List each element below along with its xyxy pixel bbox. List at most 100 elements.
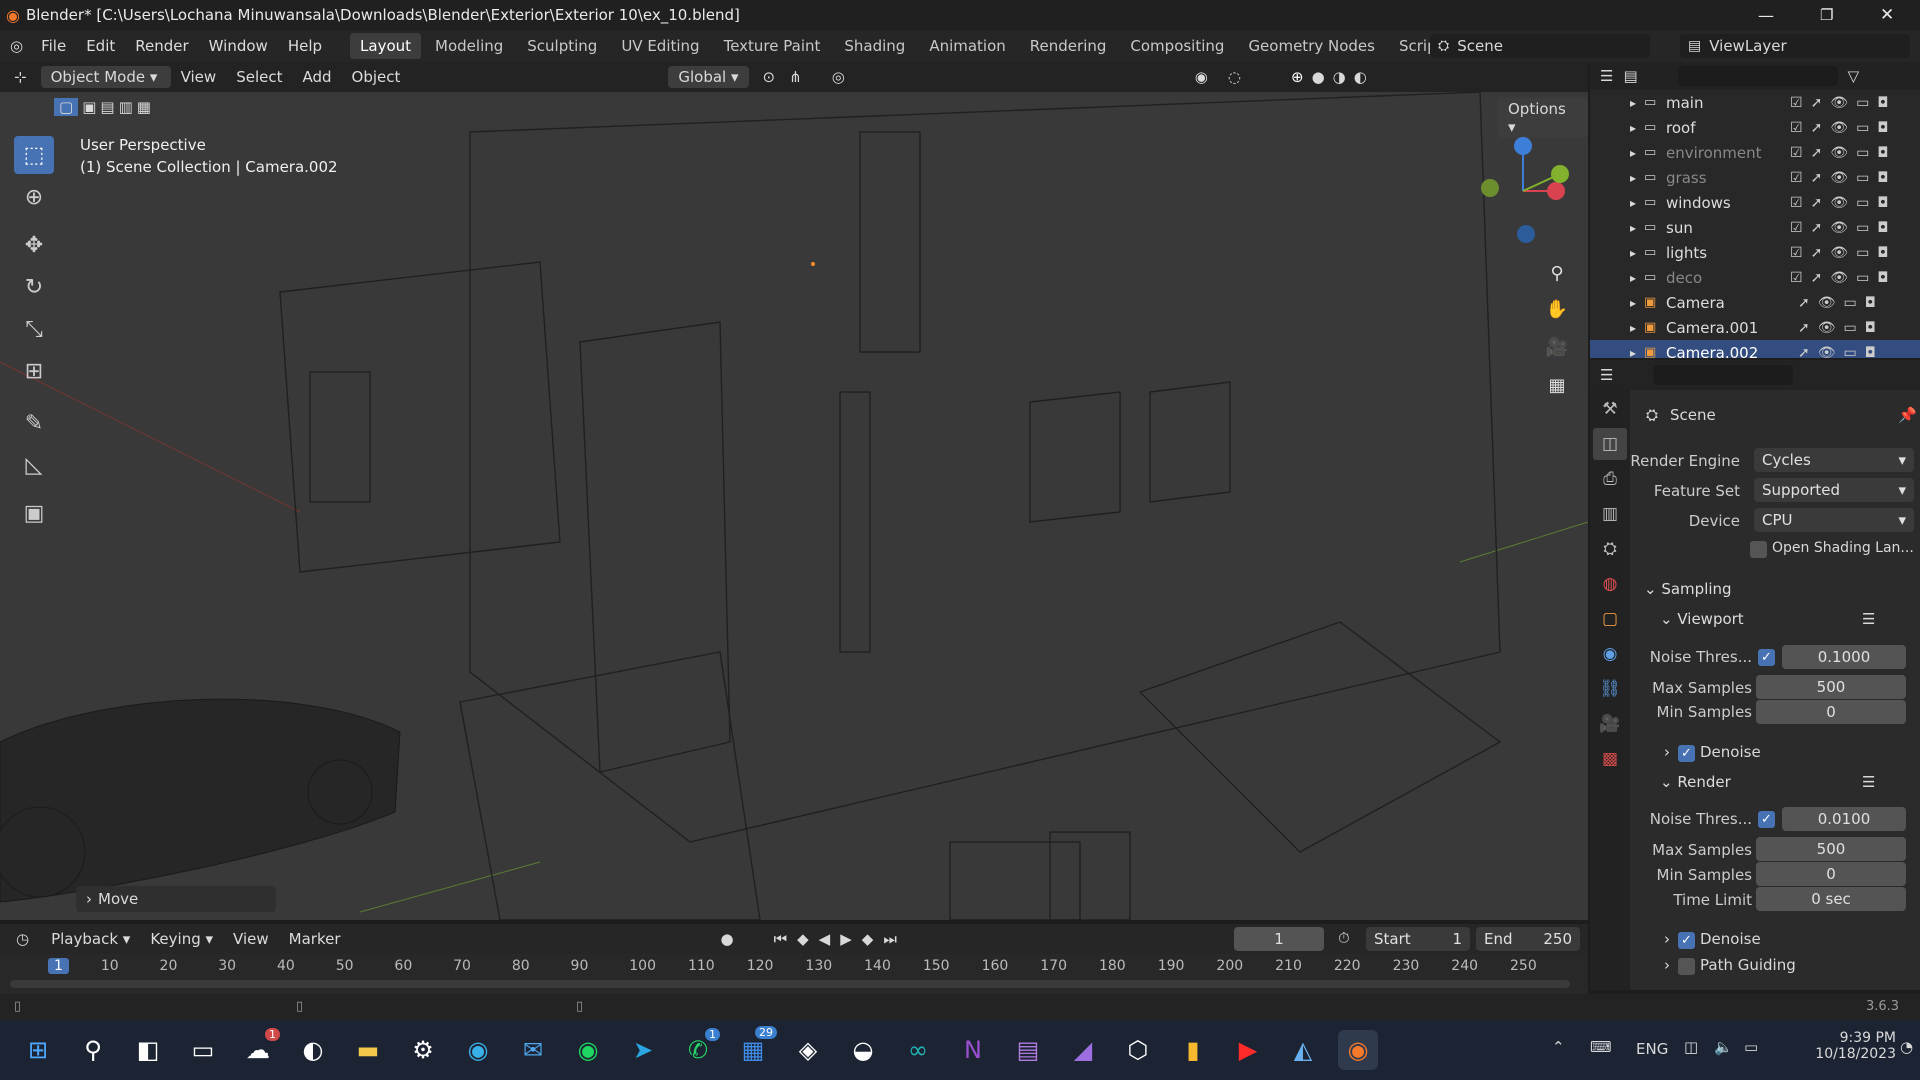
eye-icon[interactable]: 👁 (1830, 95, 1848, 111)
r-min-field[interactable]: 0 (1756, 862, 1906, 886)
outliner-row[interactable]: ▸ ▭ deco ☑ ➚ 👁 ▭ ◘ (1590, 265, 1920, 290)
render-camera-icon[interactable]: ◘ (1877, 170, 1888, 186)
stopwatch-icon[interactable]: ⏱ (1338, 929, 1350, 947)
vp-noise-field[interactable]: 0.1000 (1782, 645, 1906, 669)
render-camera-icon[interactable]: ◘ (1877, 245, 1888, 261)
vp-max-field[interactable]: 500 (1756, 675, 1906, 699)
outliner-row[interactable]: ▸ ▭ environment ☑ ➚ 👁 ▭ ◘ (1590, 140, 1920, 165)
view-layer-selector[interactable]: ▤ ViewLayer (1680, 34, 1910, 58)
play-icon[interactable]: ▶ (840, 930, 852, 948)
wireframe-shading-icon[interactable]: ⊕ (1291, 68, 1304, 86)
expand-arrow-icon[interactable]: ▸ (1630, 146, 1636, 160)
tab-compositing[interactable]: Compositing (1120, 33, 1234, 59)
3d-viewport[interactable]: ▢ ▣ ▤ ▥ ▦ User Perspective (1) Scene Col… (0, 92, 1588, 920)
render-camera-icon[interactable]: ◘ (1865, 345, 1876, 359)
marker-menu[interactable]: Marker (279, 930, 351, 948)
outliner-row[interactable]: ▸ ▣ Camera.001 ➚ 👁 ▭ ◘ (1590, 315, 1920, 340)
teams-icon[interactable]: ◐ (293, 1030, 333, 1070)
select-intersect-icon[interactable]: ▦ (137, 98, 151, 116)
selectable-icon[interactable]: ➚ (1811, 245, 1823, 261)
tab-rendering[interactable]: Rendering (1020, 33, 1117, 59)
outliner-row[interactable]: ▸ ▣ Camera.002 ➚ 👁 ▭ ◘ (1590, 340, 1920, 358)
outliner-row[interactable]: ▸ ▭ sun ☑ ➚ 👁 ▭ ◘ (1590, 215, 1920, 240)
viewport-subpanel-header[interactable]: ⌄ Viewport (1660, 610, 1744, 628)
expand-arrow-icon[interactable]: ▸ (1630, 221, 1636, 235)
eye-icon[interactable]: 👁 (1830, 195, 1848, 211)
clock[interactable]: 9:39 PM 10/18/2023 (1786, 1030, 1896, 1062)
expand-arrow-icon[interactable]: ▸ (1630, 121, 1636, 135)
selectable-icon[interactable]: ➚ (1798, 295, 1810, 311)
viewport-monitor-icon[interactable]: ▭ (1844, 295, 1857, 311)
tab-layout[interactable]: Layout (350, 33, 422, 59)
menu-edit[interactable]: Edit (76, 37, 125, 55)
pin-icon[interactable]: 📌 (1898, 406, 1917, 424)
eye-icon[interactable]: 👁 (1818, 320, 1836, 336)
eye-icon[interactable]: 👁 (1830, 270, 1848, 286)
tab-modeling[interactable]: Modeling (425, 33, 513, 59)
search-icon[interactable]: ⚲ (73, 1030, 113, 1070)
jump-end-icon[interactable]: ⏭ (883, 930, 897, 948)
expand-arrow-icon[interactable]: ▸ (1630, 96, 1636, 110)
playback-menu[interactable]: Playback ▾ (41, 930, 140, 948)
options-dropdown[interactable]: Options ▾ (1498, 98, 1588, 138)
calendar-icon[interactable]: ▦ 29 (733, 1026, 777, 1070)
outliner-row[interactable]: ▸ ▭ grass ☑ ➚ 👁 ▭ ◘ (1590, 165, 1920, 190)
task-manager-icon[interactable]: ◭ (1283, 1030, 1323, 1070)
sampling-panel-header[interactable]: ⌄ Sampling (1644, 580, 1732, 598)
render-camera-icon[interactable]: ◘ (1877, 95, 1888, 111)
world-tab-icon[interactable]: ◍ (1593, 568, 1627, 600)
tool-tab-icon[interactable]: ⚒ (1593, 393, 1627, 425)
whatsapp-icon[interactable]: ✆ 1 (678, 1028, 720, 1070)
exclude-checkbox[interactable]: ☑ (1790, 270, 1803, 286)
windows-start-icon[interactable]: ⊞ (18, 1030, 58, 1070)
outliner-row[interactable]: ▸ ▭ main ☑ ➚ 👁 ▭ ◘ (1590, 90, 1920, 115)
material-shading-icon[interactable]: ◑ (1333, 68, 1346, 86)
viewport-gizmo-icon[interactable]: ◉ (1195, 68, 1208, 86)
object-tab-icon[interactable]: ▢ (1593, 603, 1627, 635)
exclude-checkbox[interactable]: ☑ (1790, 120, 1803, 136)
r-noise-field[interactable]: 0.0100 (1782, 807, 1906, 831)
scene-selector[interactable]: ⛭ Scene (1430, 34, 1650, 58)
keyboard-icon[interactable]: ⌨ (1590, 1038, 1612, 1056)
expand-arrow-icon[interactable]: ▸ (1630, 346, 1636, 359)
minimize-button[interactable]: — (1758, 6, 1774, 25)
vp-noise-checkbox[interactable]: ✓ (1758, 649, 1775, 666)
annotate-tool[interactable]: ✎ (14, 404, 54, 442)
tab-sculpting[interactable]: Sculpting (517, 33, 607, 59)
tab-geometry-nodes[interactable]: Geometry Nodes (1238, 33, 1385, 59)
measure-tool[interactable]: ◺ (14, 446, 54, 484)
expand-arrow-icon[interactable]: ▸ (1630, 271, 1636, 285)
select-invert-icon[interactable]: ▥ (119, 98, 133, 116)
expand-arrow-icon[interactable]: ▸ (1630, 296, 1636, 310)
eye-icon[interactable]: 👁 (1830, 120, 1848, 136)
menu-window[interactable]: Window (199, 37, 278, 55)
close-button[interactable]: ✕ (1880, 5, 1894, 25)
eye-icon[interactable]: 👁 (1818, 345, 1836, 359)
menu-help[interactable]: Help (278, 37, 332, 55)
cursor-tool[interactable]: ⊕ (14, 178, 54, 216)
render-camera-icon[interactable]: ◘ (1877, 145, 1888, 161)
render-presets-icon[interactable]: ☰ (1862, 773, 1875, 791)
scale-tool[interactable]: ⤡ (14, 310, 54, 348)
snap-icon[interactable]: ⋔ (789, 68, 802, 86)
outliner-row[interactable]: ▸ ▭ windows ☑ ➚ 👁 ▭ ◘ (1590, 190, 1920, 215)
arduino-icon[interactable]: ∞ (898, 1030, 938, 1070)
outliner-editor-icon[interactable]: ☰ (1600, 67, 1613, 85)
outliner-search-input[interactable] (1677, 66, 1838, 86)
next-keyframe-icon[interactable]: ◆ (862, 930, 874, 948)
current-frame-field[interactable]: 1 (1234, 927, 1324, 951)
timeline[interactable]: 1 10 20 30 40 50 60 70 80 90 100 110 120 130 140 150 160… (0, 954, 1588, 994)
telegram-icon[interactable]: ➤ (623, 1030, 663, 1070)
keying-menu[interactable]: Keying ▾ (140, 930, 223, 948)
editor-type-icon[interactable]: ⊹ (14, 68, 27, 86)
render-camera-icon[interactable]: ◘ (1865, 295, 1876, 311)
render-engine-dropdown[interactable]: Cycles ▾ (1754, 448, 1914, 472)
render-camera-icon[interactable]: ◘ (1877, 220, 1888, 236)
menu-add[interactable]: Add (292, 68, 341, 86)
viewport-presets-icon[interactable]: ☰ (1862, 610, 1875, 628)
viewport-monitor-icon[interactable]: ▭ (1856, 195, 1869, 211)
play-reverse-icon[interactable]: ◀ (819, 930, 831, 948)
timeline-editor-icon[interactable]: ◷ (16, 930, 29, 948)
expand-arrow-icon[interactable]: ▸ (1630, 171, 1636, 185)
volume-icon[interactable]: 🔈 (1714, 1038, 1733, 1056)
